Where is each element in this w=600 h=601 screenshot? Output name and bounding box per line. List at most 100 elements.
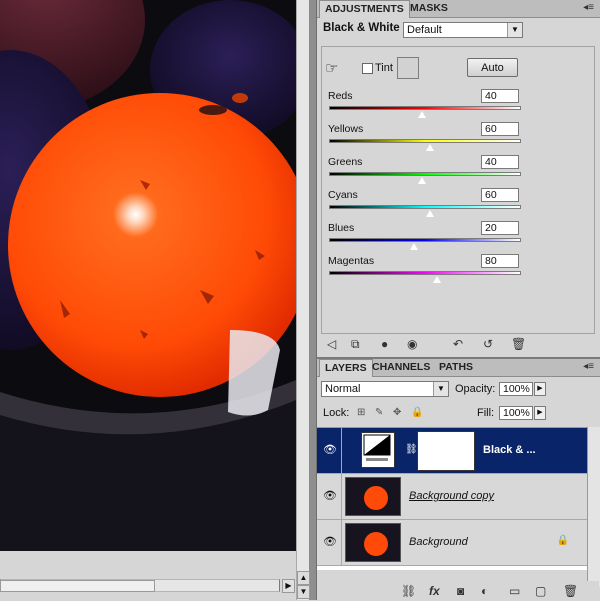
visibility-eye-icon[interactable]: ◉	[407, 337, 417, 351]
layer-thumbnail	[345, 523, 401, 562]
tab-channels[interactable]: CHANNELS	[367, 359, 435, 376]
new-layer-icon[interactable]: ▢	[535, 584, 546, 598]
chevron-down-icon[interactable]: ▼	[507, 23, 522, 37]
blend-mode-value: Normal	[325, 383, 361, 395]
slider-thumb-greens[interactable]	[417, 176, 427, 185]
slider-thumb-blues[interactable]	[409, 242, 419, 251]
tab-layers[interactable]: LAYERS	[319, 359, 373, 377]
targeted-adjustment-icon[interactable]: ☞	[325, 59, 338, 77]
clip-layer-icon[interactable]: ●	[381, 337, 388, 351]
reset-icon[interactable]: ↺	[483, 337, 493, 351]
slider-track-greens[interactable]	[329, 172, 521, 176]
slider-input-magentas[interactable]: 80	[481, 254, 519, 268]
slider-label-blues: Blues	[328, 222, 355, 234]
adjustments-panel: ADJUSTMENTS MASKS ◂≡ Black & White Defau…	[316, 0, 600, 357]
adjustment-title: Black & White	[323, 22, 400, 34]
panel-menu-icon[interactable]: ◂≡	[583, 361, 594, 372]
adjustment-thumbnail	[361, 432, 395, 468]
opacity-label: Opacity:	[455, 383, 496, 395]
lock-move-icon[interactable]: ✥	[393, 407, 401, 418]
scroll-thumb[interactable]	[0, 580, 155, 592]
layer-thumbnail-image	[346, 524, 400, 561]
opacity-input[interactable]: 100%	[499, 382, 533, 396]
layer-name[interactable]: Background	[409, 536, 468, 548]
bowling-ball-photo	[0, 0, 296, 551]
tint-checkbox[interactable]	[362, 63, 373, 74]
chain-link-icon[interactable]: ⛓	[405, 444, 418, 455]
adjustments-footer: ◁ ⧉ ● ◉ ↶ ↺ 🗑	[321, 337, 595, 355]
blend-mode-select[interactable]: Normal ▼	[321, 381, 449, 397]
slider-input-cyans[interactable]: 60	[481, 188, 519, 202]
slider-track-magentas[interactable]	[329, 271, 521, 275]
lock-all-icon[interactable]: 🔒	[411, 407, 423, 418]
panel-menu-icon[interactable]: ◂≡	[583, 2, 594, 13]
scroll-right-icon[interactable]: ▶	[282, 579, 295, 593]
layer-row-background[interactable]: 👁 Background 🔒	[317, 520, 587, 566]
slider-thumb-cyans[interactable]	[425, 209, 435, 218]
layers-tabbar: LAYERS CHANNELS PATHS ◂≡	[317, 359, 600, 377]
layer-list: 👁 ⛓ Black & ... 👁 Background copy 👁 Back…	[317, 427, 587, 570]
fill-arrow-icon[interactable]: ▶	[534, 406, 546, 420]
adjustments-tabbar: ADJUSTMENTS MASKS ◂≡	[317, 0, 600, 18]
slider-input-blues[interactable]: 20	[481, 221, 519, 235]
vertical-scrollbar[interactable]: ▲ ▼	[296, 0, 310, 600]
layer-mask-thumbnail[interactable]	[417, 431, 475, 471]
black-white-icon	[363, 434, 391, 461]
lock-transparent-icon[interactable]: ⊞	[357, 407, 365, 418]
layers-footer: ⛓ fx ◙ ◐ ▭ ▢ 🗑	[317, 581, 599, 601]
opacity-arrow-icon[interactable]: ▶	[534, 382, 546, 396]
chevron-down-icon[interactable]: ▼	[433, 382, 448, 396]
add-mask-icon[interactable]: ◙	[457, 584, 464, 598]
layer-thumbnail	[345, 477, 401, 516]
scroll-down-icon[interactable]: ▼	[297, 585, 310, 599]
slider-track-blues[interactable]	[329, 238, 521, 242]
new-group-icon[interactable]: ▭	[509, 584, 520, 598]
slider-track-cyans[interactable]	[329, 205, 521, 209]
adjustment-controls-box	[321, 46, 595, 334]
slider-thumb-magentas[interactable]	[432, 275, 442, 284]
trash-icon[interactable]: 🗑	[511, 337, 526, 351]
layer-style-fx-icon[interactable]: fx	[429, 584, 440, 598]
lock-brush-icon[interactable]: ✎	[375, 407, 383, 418]
expand-view-icon[interactable]: ⧉	[351, 337, 360, 352]
tab-paths[interactable]: PATHS	[434, 359, 478, 376]
layer-row-background-copy[interactable]: 👁 Background copy	[317, 474, 587, 520]
layers-scrollbar[interactable]	[587, 427, 600, 587]
fill-input[interactable]: 100%	[499, 406, 533, 420]
layer-thumbnail-image	[346, 478, 400, 515]
slider-input-greens[interactable]: 40	[481, 155, 519, 169]
slider-label-cyans: Cyans	[328, 189, 358, 201]
scroll-up-icon[interactable]: ▲	[297, 571, 310, 585]
tab-adjustments[interactable]: ADJUSTMENTS	[319, 0, 410, 18]
back-arrow-icon[interactable]: ◁	[327, 337, 336, 351]
link-layers-icon[interactable]: ⛓	[401, 584, 416, 598]
layer-name[interactable]: Background copy	[409, 490, 494, 502]
layers-panel: LAYERS CHANNELS PATHS ◂≡ Normal ▼ Opacit…	[316, 357, 600, 601]
layer-row-black-white[interactable]: 👁 ⛓ Black & ...	[317, 428, 587, 474]
slider-label-magentas: Magentas	[328, 255, 375, 267]
document-canvas[interactable]	[0, 0, 296, 551]
auto-button[interactable]: Auto	[467, 58, 518, 77]
layer-lock-icon: 🔒	[556, 535, 569, 546]
eye-icon[interactable]: 👁	[323, 535, 337, 548]
tint-color-swatch[interactable]	[397, 57, 419, 79]
fill-label: Fill:	[477, 407, 495, 419]
slider-input-reds[interactable]: 40	[481, 89, 519, 103]
slider-thumb-reds[interactable]	[417, 110, 427, 119]
slider-track-reds[interactable]	[329, 106, 521, 110]
preset-value: Default	[407, 24, 442, 36]
eye-icon[interactable]: 👁	[323, 443, 337, 456]
layer-name[interactable]: Black & ...	[483, 444, 536, 456]
lock-label: Lock:	[323, 407, 350, 419]
previous-state-icon[interactable]: ↶	[453, 337, 463, 351]
tab-masks[interactable]: MASKS	[405, 0, 453, 17]
tint-label: Tint	[375, 62, 393, 74]
preset-select[interactable]: Default ▼	[403, 22, 523, 38]
eye-icon[interactable]: 👁	[323, 489, 337, 502]
slider-thumb-yellows[interactable]	[425, 143, 435, 152]
slider-track-yellows[interactable]	[329, 139, 521, 143]
new-adjustment-icon[interactable]: ◐	[481, 584, 488, 598]
delete-layer-icon[interactable]: 🗑	[563, 584, 578, 598]
slider-input-yellows[interactable]: 60	[481, 122, 519, 136]
horizontal-scrollbar[interactable]: ▶	[0, 551, 296, 600]
